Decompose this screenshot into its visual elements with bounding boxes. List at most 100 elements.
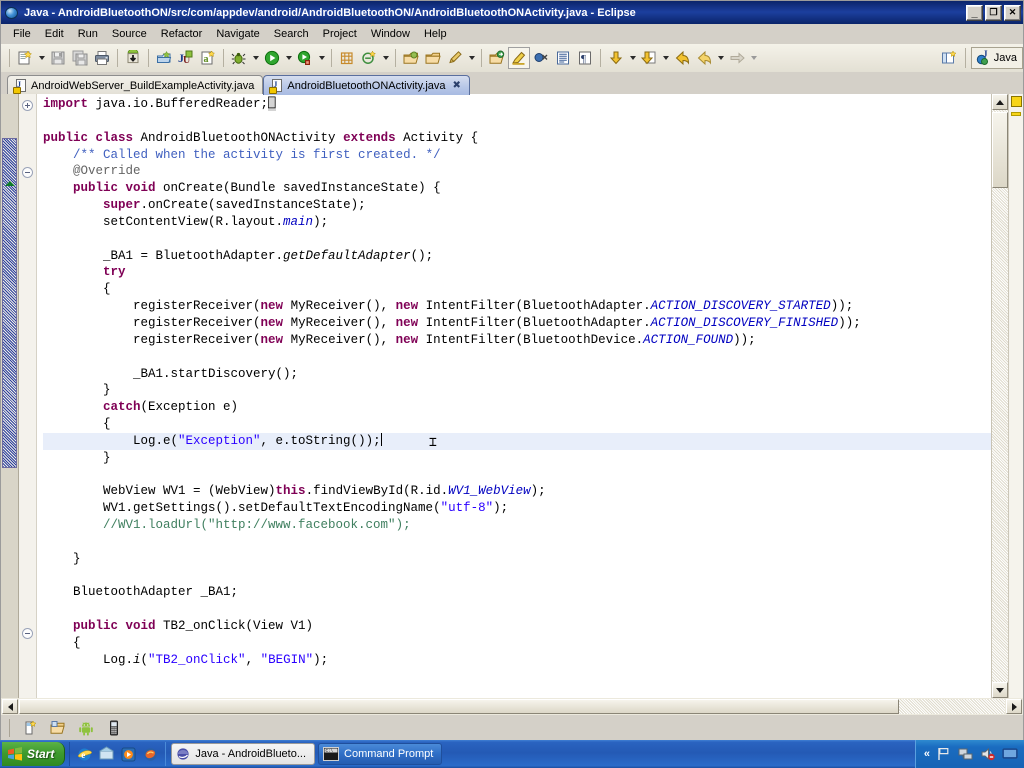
fold-collapse-icon[interactable] (22, 167, 33, 178)
code-line[interactable]: super.onCreate(savedInstanceState); (43, 197, 991, 214)
menu-item-search[interactable]: Search (267, 26, 316, 42)
next-dropdown[interactable] (748, 47, 759, 69)
new-junit-test-button[interactable]: J U (175, 47, 197, 69)
new-wizard-button[interactable] (14, 47, 36, 69)
menu-item-edit[interactable]: Edit (38, 26, 71, 42)
skip-all-breakpoints-button[interactable] (530, 47, 552, 69)
close-button[interactable]: ✕ (1004, 4, 1021, 21)
code-line[interactable]: public class AndroidBluetoothONActivity … (43, 130, 991, 147)
export-android-button[interactable] (122, 47, 144, 69)
run-button[interactable] (261, 47, 283, 69)
code-line[interactable] (43, 467, 991, 484)
menu-item-window[interactable]: Window (364, 26, 417, 42)
maximize-button[interactable]: ❐ (985, 4, 1002, 21)
new-java-class-button[interactable] (358, 47, 380, 69)
open-task-button[interactable] (422, 47, 444, 69)
open-type-button[interactable] (400, 47, 422, 69)
vertical-scroll-thumb[interactable] (992, 112, 1008, 188)
next-button[interactable] (726, 47, 748, 69)
ruler-warning-summary-icon[interactable] (1011, 96, 1022, 107)
taskbar-task-command-prompt[interactable]: C:\ Command Prompt (318, 743, 443, 765)
code-line[interactable]: { (43, 635, 991, 652)
menu-item-file[interactable]: File (6, 26, 38, 42)
code-line[interactable]: { (43, 416, 991, 433)
tray-flag-icon[interactable] (936, 746, 952, 762)
code-line[interactable]: import java.io.BufferedReader;⎕ (43, 96, 991, 113)
code-line[interactable]: } (43, 551, 991, 568)
vertical-scroll-track[interactable] (992, 110, 1008, 682)
firefox-icon[interactable] (142, 746, 159, 763)
show-whitespace-button[interactable] (552, 47, 574, 69)
print-button[interactable] (91, 47, 113, 69)
android-virtual-device-button[interactable] (75, 717, 97, 739)
code-line[interactable] (43, 568, 991, 585)
code-line[interactable]: @Override (43, 163, 991, 180)
android-sdk-manager-button[interactable] (47, 717, 69, 739)
run-dropdown[interactable] (283, 47, 294, 69)
new-wizard-dropdown[interactable] (36, 47, 47, 69)
code-line[interactable] (43, 113, 991, 130)
taskbar-task-eclipse[interactable]: Java - AndroidBlueto... (171, 743, 316, 765)
code-line[interactable]: registerReceiver(new MyReceiver(), new I… (43, 298, 991, 315)
menu-item-navigate[interactable]: Navigate (209, 26, 266, 42)
code-line[interactable]: try (43, 264, 991, 281)
code-line[interactable]: BluetoothAdapter _BA1; (43, 584, 991, 601)
code-line[interactable]: _BA1.startDiscovery(); (43, 366, 991, 383)
tab-close-icon[interactable]: ✖ (453, 80, 461, 91)
tray-volume-muted-icon[interactable] (980, 746, 996, 762)
editor-gutter[interactable] (19, 94, 37, 698)
search-dropdown[interactable] (466, 47, 477, 69)
code-line[interactable]: /** Called when the activity is first cr… (43, 147, 991, 164)
scroll-up-button[interactable] (992, 94, 1008, 110)
editor-vertical-scrollbar[interactable] (991, 94, 1008, 698)
scroll-right-button[interactable] (1006, 699, 1022, 714)
tray-network-icon[interactable] (958, 746, 974, 762)
new-android-xml-button[interactable]: a (197, 47, 219, 69)
debug-button[interactable] (228, 47, 250, 69)
new-java-package-button[interactable] (336, 47, 358, 69)
menu-item-source[interactable]: Source (105, 26, 154, 42)
code-line[interactable]: registerReceiver(new MyReceiver(), new I… (43, 332, 991, 349)
scroll-left-button[interactable] (2, 699, 18, 714)
minimize-button[interactable]: _ (966, 4, 983, 21)
code-line[interactable] (43, 231, 991, 248)
horizontal-scroll-track[interactable] (19, 699, 1005, 714)
code-line[interactable]: WebView WV1 = (WebView)this.findViewById… (43, 483, 991, 500)
code-line[interactable]: Log.i("TB2_onClick", "BEGIN"); (43, 652, 991, 669)
code-line[interactable] (43, 534, 991, 551)
open-perspective-button[interactable] (938, 47, 960, 69)
next-annotation-button[interactable] (486, 47, 508, 69)
code-line[interactable]: _BA1 = BluetoothAdapter.getDefaultAdapte… (43, 248, 991, 265)
save-all-button[interactable] (69, 47, 91, 69)
previous-edit-button[interactable] (638, 47, 660, 69)
fold-expand-icon[interactable] (22, 100, 33, 111)
code-line[interactable]: public void TB2_onClick(View V1) (43, 618, 991, 635)
code-line[interactable]: setContentView(R.layout.main); (43, 214, 991, 231)
menu-item-run[interactable]: Run (71, 26, 105, 42)
code-line[interactable]: } (43, 382, 991, 399)
external-tools-button[interactable] (294, 47, 316, 69)
media-player-icon[interactable] (120, 746, 137, 763)
internet-explorer-icon[interactable]: e (76, 746, 93, 763)
menu-item-refactor[interactable]: Refactor (154, 26, 210, 42)
debug-dropdown[interactable] (250, 47, 261, 69)
editor-tab-androidwebserver[interactable]: J AndroidWebServer_BuildExampleActivity.… (7, 75, 264, 95)
code-line[interactable] (43, 349, 991, 366)
toggle-mark-occurrences-button[interactable] (508, 47, 530, 69)
save-button[interactable] (47, 47, 69, 69)
back-button[interactable] (671, 47, 693, 69)
forward-button[interactable] (693, 47, 715, 69)
code-line[interactable]: //WV1.loadUrl("http://www.facebook.com")… (43, 517, 991, 534)
overview-ruler[interactable] (1008, 94, 1023, 698)
external-tools-dropdown[interactable] (316, 47, 327, 69)
search-button[interactable] (444, 47, 466, 69)
new-android-item-button[interactable] (19, 717, 41, 739)
code-line[interactable]: catch(Exception e) (43, 399, 991, 416)
code-line[interactable]: Log.e("Exception", e.toString()); (43, 432, 991, 450)
code-line[interactable]: WV1.getSettings().setDefaultTextEncoding… (43, 500, 991, 517)
next-edit-dropdown[interactable] (627, 47, 638, 69)
code-line[interactable]: registerReceiver(new MyReceiver(), new I… (43, 315, 991, 332)
scroll-down-button[interactable] (992, 682, 1008, 698)
tray-display-icon[interactable] (1002, 746, 1018, 762)
code-line[interactable]: } (43, 450, 991, 467)
